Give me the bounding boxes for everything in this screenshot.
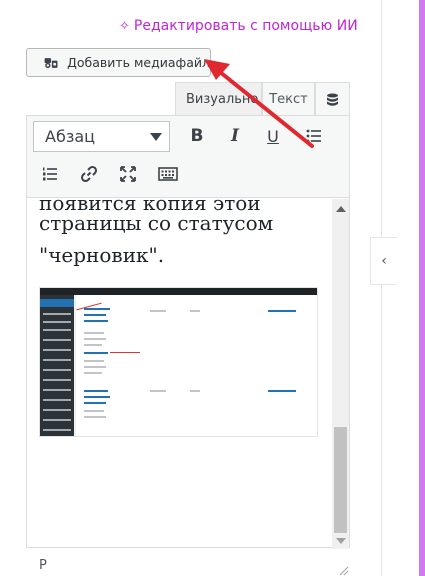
editor-tabs: Визуально Текст [175,82,350,116]
edit-with-ai-label: Редактировать с помощью ИИ [133,18,358,34]
scrollbar-thumb[interactable] [334,427,347,533]
bold-button[interactable]: B [182,121,212,151]
collapse-panel-button[interactable]: ‹ [370,237,397,285]
editor-content-area[interactable]: появится копия этой страницы со статусом… [27,199,332,549]
content-line-3: "черновик". [39,243,165,267]
tab-database[interactable] [315,82,350,116]
chevron-left-icon: ‹ [381,253,387,269]
embedded-screenshot-image[interactable] [39,287,318,437]
scroll-down-icon[interactable] [336,538,346,544]
content-line-2: страницы со статусом [39,211,274,235]
underline-button[interactable]: U [258,121,288,151]
screenshot-sidebar [40,295,74,436]
scroll-up-icon[interactable] [336,206,346,212]
media-icon [44,57,58,68]
content-scrollbar[interactable] [332,199,349,549]
database-icon [327,93,338,106]
sparkle-icon: ✧ [119,18,130,34]
bullet-list-icon [306,129,321,143]
content-editor: Абзац B I U появится копия этой страницы… [26,115,350,549]
element-path-label: P [39,558,47,573]
numbered-list-icon [43,167,57,181]
format-select[interactable]: Абзац [33,121,170,152]
link-icon [80,165,98,183]
screenshot-panel [76,295,317,436]
numbered-list-button[interactable] [35,159,65,189]
chevron-down-icon [150,133,162,141]
italic-button[interactable]: I [220,121,250,151]
edit-with-ai-link[interactable]: ✧ Редактировать с помощью ИИ [119,18,358,34]
fullscreen-button[interactable] [113,159,143,189]
resize-handle-icon[interactable] [338,565,349,576]
add-media-button[interactable]: Добавить медиафайл [26,48,211,77]
fullscreen-icon [120,166,136,182]
tab-text[interactable]: Текст [262,82,315,116]
bullet-list-button[interactable] [299,121,329,151]
screenshot-admin-bar [40,288,317,295]
panel-divider [381,0,382,576]
tab-visual[interactable]: Визуально [175,82,262,116]
add-media-label: Добавить медиафайл [67,55,210,70]
link-button[interactable] [74,159,104,189]
keyboard-icon [158,167,178,181]
editor-toolbar: Абзац B I U [27,116,349,198]
accent-edge-bar [419,0,425,576]
toolbar-toggle-button[interactable] [153,159,183,189]
editor-panel: ✧ Редактировать с помощью ИИ Добавить ме… [0,0,425,576]
